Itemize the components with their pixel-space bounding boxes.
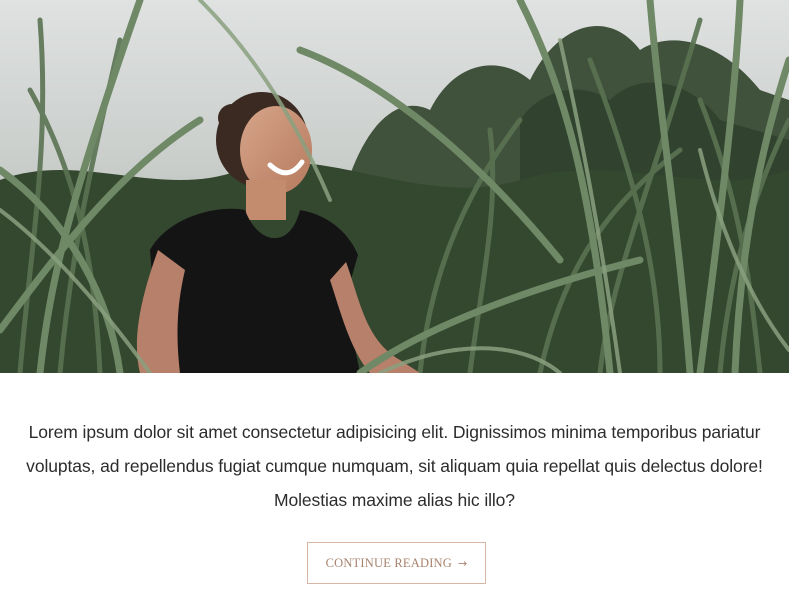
excerpt-line: Lorem ipsum dolor sit amet consectetur a…	[28, 422, 761, 442]
excerpt-line: Molestias maxime alias hic illo?	[274, 490, 515, 510]
excerpt-line: voluptas, ad repellendus fugiat cumque n…	[26, 456, 763, 476]
continue-reading-button[interactable]: CONTINUE READING →	[307, 542, 486, 584]
arrow-right-icon: →	[458, 556, 468, 570]
post-excerpt: Lorem ipsum dolor sit amet consectetur a…	[0, 415, 789, 517]
continue-reading-label: CONTINUE READING	[325, 555, 453, 570]
featured-photo	[0, 0, 789, 373]
featured-image[interactable]	[0, 0, 789, 373]
